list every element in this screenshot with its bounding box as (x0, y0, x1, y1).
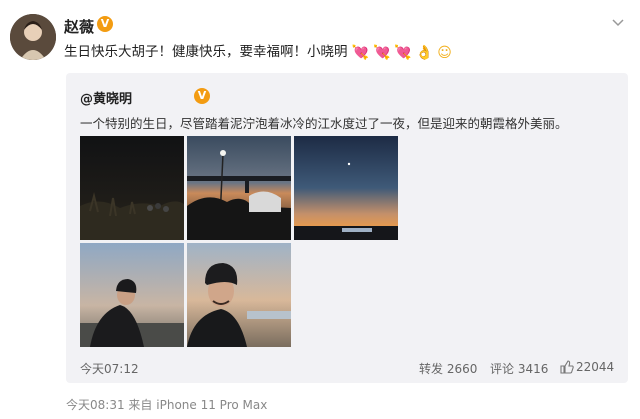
sunrise-horizon-photo[interactable] (294, 136, 398, 240)
heart-icon: 💘 (351, 45, 369, 61)
share-label: 转发 (419, 362, 444, 376)
post-text-body: 生日快乐大胡子！健康快乐，要幸福啊！小晓明 (64, 44, 348, 60)
repost-author-name[interactable]: @黄晓明 (80, 88, 132, 107)
repost-timestamp[interactable]: 今天07:12 (80, 360, 139, 377)
closeup-man-beanie-photo[interactable] (187, 243, 291, 347)
portrait-man-beanie-photo[interactable] (80, 243, 184, 347)
post-time[interactable]: 今天08:31 (66, 398, 125, 412)
post-text: 生日快乐大胡子！健康快乐，要幸福啊！小晓明 💘 💘 💘 👌 ☺ (64, 40, 452, 61)
chevron-down-icon[interactable] (612, 16, 624, 28)
avatar[interactable] (10, 14, 56, 60)
comment-count: 3416 (517, 362, 549, 376)
repost-comment-button[interactable]: 评论 3416 (490, 360, 548, 377)
verified-badge-icon: V (97, 16, 113, 32)
device-prefix: 来自 (128, 398, 153, 412)
repost-card[interactable]: @黄晓明 V 一个特别的生日，尽管踏着泥泞泡着冰冷的江水度过了一夜，但是迎来的朝… (66, 73, 628, 383)
thumbs-up-icon[interactable] (560, 360, 574, 374)
like-count[interactable]: 22044 (576, 360, 614, 374)
verified-badge-icon: V (194, 88, 210, 104)
post-author-name[interactable]: 赵薇 (64, 16, 94, 37)
bridge-dusk-photo[interactable] (187, 136, 291, 240)
repost-share-button[interactable]: 转发 2660 (419, 360, 477, 377)
post-timestamp: 今天08:31 来自 iPhone 11 Pro Max (66, 396, 267, 413)
heart-icon: 💘 (394, 45, 412, 61)
night-riverbank-photo[interactable] (80, 136, 184, 240)
comment-label: 评论 (490, 362, 515, 376)
heart-icon: 💘 (372, 45, 391, 61)
smile-icon: ☺ (437, 45, 452, 61)
share-count: 2660 (446, 362, 478, 376)
ok-hand-icon: 👌 (415, 45, 434, 61)
device-name: iPhone 11 Pro Max (156, 398, 268, 412)
repost-text: 一个特别的生日，尽管踏着泥泞泡着冰冷的江水度过了一夜，但是迎来的朝霞格外美丽。 (80, 116, 568, 131)
